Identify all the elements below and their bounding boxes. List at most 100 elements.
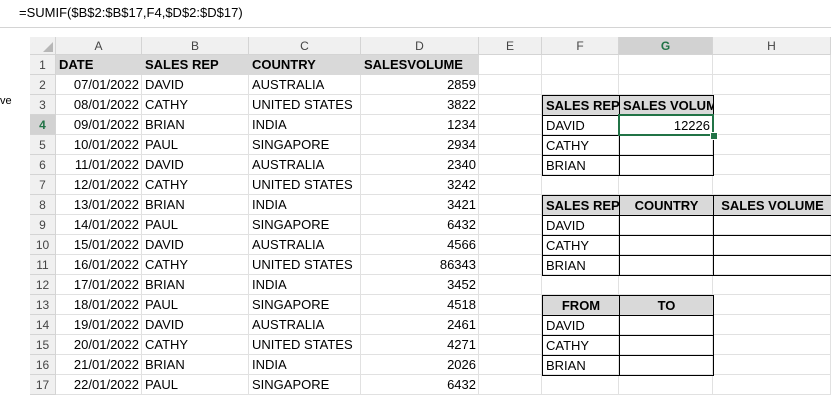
row-header-10[interactable]: 10: [30, 235, 56, 255]
row-header-11[interactable]: 11: [30, 255, 56, 275]
sales-rep-cell[interactable]: DAVID: [142, 155, 249, 175]
sales-volume-cell[interactable]: 3452: [361, 275, 479, 295]
column-header-g[interactable]: G: [619, 37, 713, 55]
sales-rep-cell[interactable]: PAUL: [142, 135, 249, 155]
row-header-7[interactable]: 7: [30, 175, 56, 195]
cell-e8[interactable]: [479, 195, 542, 215]
summary2-rep-cell[interactable]: DAVID: [542, 215, 620, 236]
column-header-b[interactable]: B: [142, 37, 249, 55]
cell-f12[interactable]: [542, 275, 619, 295]
cell-e9[interactable]: [479, 215, 542, 235]
date-cell[interactable]: 15/01/2022: [56, 235, 142, 255]
sales-rep-cell[interactable]: DAVID: [142, 315, 249, 335]
row-header-13[interactable]: 13: [30, 295, 56, 315]
country-cell[interactable]: UNITED STATES: [249, 95, 361, 115]
summary2-rep-cell[interactable]: CATHY: [542, 235, 620, 256]
cell-f7[interactable]: [542, 175, 619, 195]
fill-handle-icon[interactable]: [710, 132, 718, 140]
sales-volume-cell[interactable]: 6432: [361, 215, 479, 235]
row-header-3[interactable]: 3: [30, 95, 56, 115]
row-header-14[interactable]: 14: [30, 315, 56, 335]
summary2-header-rep[interactable]: SALES REP: [542, 195, 620, 216]
sales-volume-cell[interactable]: 3242: [361, 175, 479, 195]
sales-volume-cell[interactable]: 2859: [361, 75, 479, 95]
date-cell[interactable]: 09/01/2022: [56, 115, 142, 135]
cell-f1[interactable]: [542, 55, 619, 75]
cell-h3[interactable]: [713, 95, 831, 115]
cell-h13[interactable]: [713, 295, 831, 315]
summary1-header-rep[interactable]: SALES REP: [542, 95, 620, 116]
sales-volume-cell[interactable]: 2026: [361, 355, 479, 375]
active-cell-selection[interactable]: [618, 114, 714, 136]
date-cell[interactable]: 13/01/2022: [56, 195, 142, 215]
summary1-volume-cell[interactable]: [619, 155, 714, 176]
cell-e3[interactable]: [479, 95, 542, 115]
sales-rep-cell[interactable]: BRIAN: [142, 195, 249, 215]
country-cell[interactable]: INDIA: [249, 275, 361, 295]
sales-rep-cell[interactable]: PAUL: [142, 215, 249, 235]
cell-e6[interactable]: [479, 155, 542, 175]
date-cell[interactable]: 21/01/2022: [56, 355, 142, 375]
summary1-header-volume[interactable]: SALES VOLUME: [619, 95, 714, 116]
date-cell[interactable]: 14/01/2022: [56, 215, 142, 235]
summary3-header-from[interactable]: FROM: [542, 295, 620, 316]
sales-volume-cell[interactable]: 3822: [361, 95, 479, 115]
cell-e11[interactable]: [479, 255, 542, 275]
date-cell[interactable]: 20/01/2022: [56, 335, 142, 355]
country-cell[interactable]: UNITED STATES: [249, 255, 361, 275]
cell-h14[interactable]: [713, 315, 831, 335]
cell-e14[interactable]: [479, 315, 542, 335]
date-cell[interactable]: 08/01/2022: [56, 95, 142, 115]
row-header-4[interactable]: 4: [30, 115, 56, 135]
cell-h1[interactable]: [713, 55, 831, 75]
summary2-volume-cell[interactable]: [713, 235, 831, 256]
cell-f17[interactable]: [542, 375, 619, 395]
column-header-h[interactable]: H: [713, 37, 831, 55]
summary1-rep-cell[interactable]: CATHY: [542, 135, 620, 156]
row-header-16[interactable]: 16: [30, 355, 56, 375]
country-cell[interactable]: SINGAPORE: [249, 135, 361, 155]
column-header-f[interactable]: F: [542, 37, 619, 55]
row-header-5[interactable]: 5: [30, 135, 56, 155]
summary2-volume-cell[interactable]: [713, 255, 831, 276]
sales-volume-cell[interactable]: 2340: [361, 155, 479, 175]
cell-h4[interactable]: [713, 115, 831, 135]
country-cell[interactable]: INDIA: [249, 115, 361, 135]
date-cell[interactable]: 16/01/2022: [56, 255, 142, 275]
row-header-17[interactable]: 17: [30, 375, 56, 395]
country-cell[interactable]: UNITED STATES: [249, 335, 361, 355]
cell-h15[interactable]: [713, 335, 831, 355]
sales-rep-cell[interactable]: CATHY: [142, 95, 249, 115]
cell-e4[interactable]: [479, 115, 542, 135]
sales-rep-cell[interactable]: BRIAN: [142, 355, 249, 375]
country-cell[interactable]: SINGAPORE: [249, 295, 361, 315]
summary2-rep-cell[interactable]: BRIAN: [542, 255, 620, 276]
cell-e13[interactable]: [479, 295, 542, 315]
cell-e1[interactable]: [479, 55, 542, 75]
cell-h7[interactable]: [713, 175, 831, 195]
sales-volume-cell[interactable]: 1234: [361, 115, 479, 135]
cell-g12[interactable]: [619, 275, 713, 295]
summary1-rep-cell[interactable]: DAVID: [542, 115, 620, 136]
cell-h5[interactable]: [713, 135, 831, 155]
sales-rep-cell[interactable]: BRIAN: [142, 115, 249, 135]
sales-volume-cell[interactable]: 3421: [361, 195, 479, 215]
date-cell[interactable]: 17/01/2022: [56, 275, 142, 295]
sales-volume-cell[interactable]: 86343: [361, 255, 479, 275]
cell-h6[interactable]: [713, 155, 831, 175]
row-header-2[interactable]: 2: [30, 75, 56, 95]
cell-e7[interactable]: [479, 175, 542, 195]
row-header-6[interactable]: 6: [30, 155, 56, 175]
summary3-to-cell[interactable]: [619, 355, 714, 376]
summary3-header-to[interactable]: TO: [619, 295, 714, 316]
sales-rep-cell[interactable]: PAUL: [142, 295, 249, 315]
sales-volume-cell[interactable]: 4566: [361, 235, 479, 255]
sales-volume-cell[interactable]: 6432: [361, 375, 479, 395]
country-cell[interactable]: AUSTRALIA: [249, 315, 361, 335]
row-header-8[interactable]: 8: [30, 195, 56, 215]
column-header-e[interactable]: E: [479, 37, 542, 55]
date-cell[interactable]: 22/01/2022: [56, 375, 142, 395]
summary2-country-cell[interactable]: [619, 215, 714, 236]
cell-h2[interactable]: [713, 75, 831, 95]
cell-g2[interactable]: [619, 75, 713, 95]
